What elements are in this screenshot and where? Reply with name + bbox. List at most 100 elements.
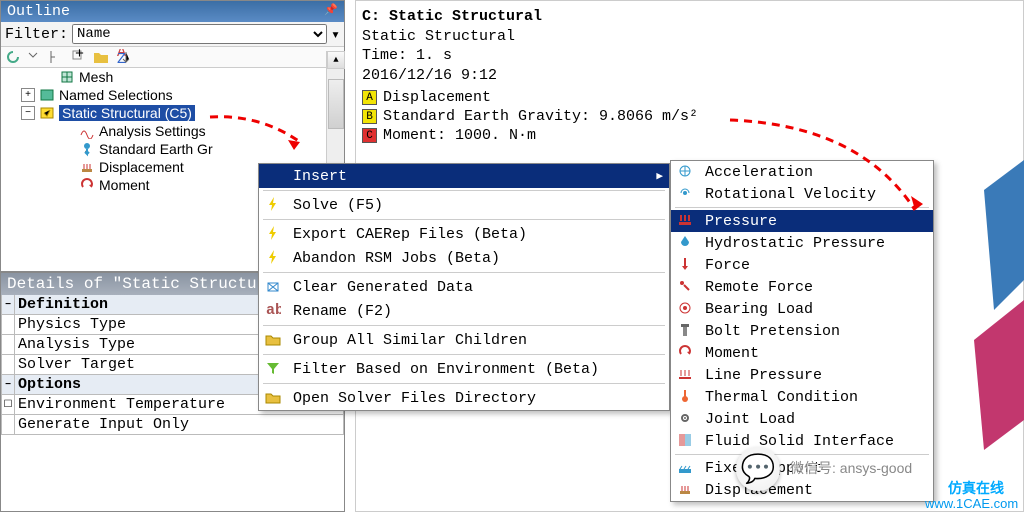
legend-tag: B	[362, 109, 377, 124]
context-menu-insert[interactable]: Acceleration Rotational Velocity Pressure H…	[670, 160, 934, 502]
sort-icon[interactable]: AZ	[115, 49, 131, 65]
menu-item[interactable]: Pressure	[671, 210, 933, 232]
legend-label: Displacement	[383, 89, 491, 106]
menu-label: Filter Based on Environment (Beta)	[293, 361, 599, 378]
info-time: Time: 1. s	[362, 46, 1017, 66]
joint-icon	[677, 410, 695, 428]
legend: A Displacement B Standard Earth Gravity: 9.…	[362, 89, 1017, 144]
named-icon	[39, 87, 55, 103]
tree-label: Displacement	[99, 159, 184, 175]
details-expand[interactable]	[1, 315, 15, 334]
info-date: 2016/12/16 9:12	[362, 66, 1017, 86]
tree-label: Standard Earth Gr	[99, 141, 213, 157]
filter-sort-icon[interactable]: ▾	[331, 25, 340, 44]
svg-text:Z: Z	[117, 51, 126, 65]
folder-icon[interactable]	[93, 49, 109, 65]
expand-toggle[interactable]: +	[21, 88, 35, 102]
legend-tag: A	[362, 90, 377, 105]
menu-item[interactable]: Insert▶	[259, 164, 669, 188]
bolt-icon	[265, 196, 283, 214]
menu-item[interactable]: Clear Generated Data	[259, 275, 669, 299]
menu-item[interactable]: Displacement	[671, 479, 933, 501]
clear-icon	[265, 278, 283, 296]
menu-item[interactable]: Group All Similar Children	[259, 328, 669, 352]
menu-separator	[263, 190, 665, 191]
menu-item[interactable]: Solve (F5)	[259, 193, 669, 217]
menu-item[interactable]: Export CAERep Files (Beta)	[259, 222, 669, 246]
expand-icon[interactable]	[27, 49, 43, 65]
menu-item[interactable]: Force	[671, 254, 933, 276]
details-expand[interactable]	[1, 355, 15, 374]
mesh-icon	[59, 69, 75, 85]
details-expand[interactable]: −	[1, 375, 15, 394]
menu-item[interactable]: Open Solver Files Directory	[259, 386, 669, 410]
context-menu-main[interactable]: Insert▶ Solve (F5) Export CAERep Files (Be…	[258, 163, 670, 411]
refresh-icon[interactable]	[5, 49, 21, 65]
pin-icon[interactable]: 📌	[324, 3, 338, 20]
menu-item[interactable]: Hydrostatic Pressure	[671, 232, 933, 254]
tree-item[interactable]: Analysis Settings	[1, 122, 344, 140]
menu-item[interactable]: Fluid Solid Interface	[671, 430, 933, 452]
menu-label: Group All Similar Children	[293, 332, 527, 349]
legend-label: Moment: 1000. N·m	[383, 127, 536, 144]
menu-item[interactable]: Filter Based on Environment (Beta)	[259, 357, 669, 381]
menu-item[interactable]: ab Rename (F2)	[259, 299, 669, 323]
menu-item[interactable]: Bearing Load	[671, 298, 933, 320]
scroll-up-button[interactable]: ▲	[327, 51, 345, 69]
press-icon	[677, 212, 695, 230]
menu-item[interactable]: Joint Load	[671, 408, 933, 430]
blank-icon	[265, 167, 283, 185]
gravity-icon	[79, 141, 95, 157]
menu-item[interactable]: Moment	[671, 342, 933, 364]
menu-label: Clear Generated Data	[293, 279, 473, 296]
menu-item[interactable]: Bolt Pretension	[671, 320, 933, 342]
menu-item[interactable]: Line Pressure	[671, 364, 933, 386]
menu-item[interactable]: Rotational Velocity	[671, 183, 933, 205]
static-icon	[39, 105, 55, 121]
tree-item[interactable]: +Named Selections	[1, 86, 344, 104]
menu-item[interactable]: Remote Force	[671, 276, 933, 298]
svg-text:ab: ab	[266, 302, 281, 318]
expand-toggle[interactable]: −	[21, 106, 35, 120]
menu-label: Hydrostatic Pressure	[705, 235, 885, 252]
force-icon	[677, 256, 695, 274]
details-label: Generate Input Only	[15, 415, 344, 434]
details-row[interactable]: Generate Input Only	[1, 415, 344, 435]
menu-label: Rotational Velocity	[705, 186, 876, 203]
watermark-wechat: 微信号: ansys-good	[790, 458, 912, 478]
menu-separator	[263, 325, 665, 326]
menu-label: Remote Force	[705, 279, 813, 296]
menu-separator	[263, 354, 665, 355]
filter-label: Filter:	[5, 26, 68, 43]
tree-item[interactable]: Standard Earth Gr	[1, 140, 344, 158]
menu-separator	[675, 454, 929, 455]
moment-icon	[79, 177, 95, 193]
folder-icon	[265, 331, 283, 349]
tree-label: Static Structural (C5)	[59, 105, 195, 121]
legend-item: B Standard Earth Gravity: 9.8066 m/s²	[362, 108, 1017, 125]
details-expand[interactable]: −	[1, 295, 15, 314]
details-expand[interactable]	[1, 335, 15, 354]
tree-label: Mesh	[79, 69, 113, 85]
svg-text:+: +	[75, 49, 84, 63]
expand-all-icon[interactable]: +	[71, 49, 87, 65]
menu-separator	[263, 383, 665, 384]
menu-label: Rename (F2)	[293, 303, 392, 320]
details-expand[interactable]: ☐	[1, 395, 15, 414]
bolt-icon	[265, 225, 283, 243]
tree-item[interactable]: Mesh	[1, 68, 344, 86]
rename-icon: ab	[265, 302, 283, 320]
menu-item[interactable]: Acceleration	[671, 161, 933, 183]
menu-item[interactable]: Abandon RSM Jobs (Beta)	[259, 246, 669, 270]
scroll-thumb[interactable]	[328, 79, 344, 129]
tree-item[interactable]: − Static Structural (C5)	[1, 104, 344, 122]
menu-label: Bearing Load	[705, 301, 813, 318]
tree-icon[interactable]	[49, 49, 65, 65]
details-expand[interactable]	[1, 415, 15, 434]
menu-label: Open Solver Files Directory	[293, 390, 536, 407]
filter-select[interactable]: Name	[72, 24, 327, 44]
disp-icon	[677, 481, 695, 499]
legend-label: Standard Earth Gravity: 9.8066 m/s²	[383, 108, 698, 125]
disp-icon	[79, 159, 95, 175]
menu-item[interactable]: Thermal Condition	[671, 386, 933, 408]
